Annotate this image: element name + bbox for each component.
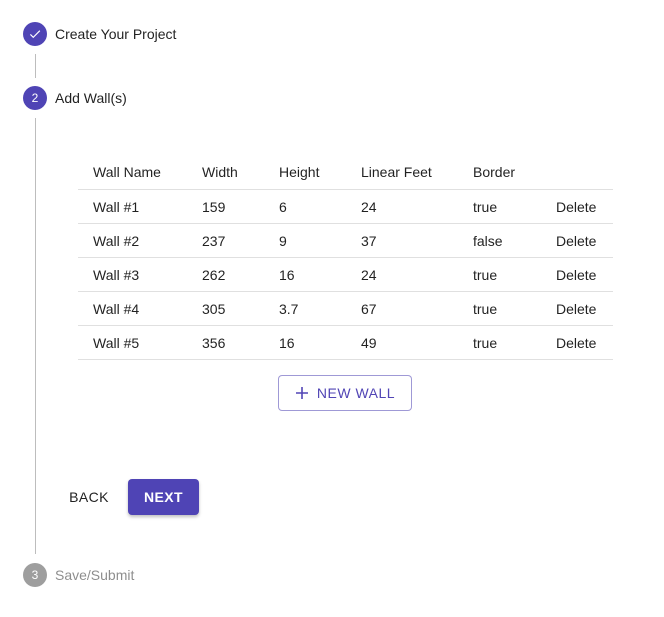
step-1-label: Create Your Project xyxy=(55,26,177,42)
border-cell: true xyxy=(473,291,556,326)
step-2-label: Add Wall(s) xyxy=(55,90,127,106)
wall-name-cell: Wall #1 xyxy=(78,189,202,224)
column-header-width: Width xyxy=(202,154,279,190)
next-button[interactable]: NEXT xyxy=(128,479,199,515)
border-cell: true xyxy=(473,325,556,360)
height-cell: 16 xyxy=(279,257,361,292)
step-3-label: Save/Submit xyxy=(55,567,135,583)
width-cell: 237 xyxy=(202,223,279,258)
border-cell: true xyxy=(473,257,556,292)
table-row: Wall #5 356 16 49 true Delete xyxy=(78,325,613,360)
check-icon xyxy=(29,30,41,39)
column-header-height: Height xyxy=(279,154,361,190)
height-cell: 3.7 xyxy=(279,291,361,326)
table-header-row: Wall Name Width Height Linear Feet Borde… xyxy=(78,154,613,190)
step-3-number-icon: 3 xyxy=(23,563,47,587)
table-row: Wall #4 305 3.7 67 true Delete xyxy=(78,291,613,326)
linear-feet-cell: 24 xyxy=(361,257,473,292)
table-row: Wall #3 262 16 24 true Delete xyxy=(78,257,613,292)
border-cell: false xyxy=(473,223,556,258)
column-header-wall-name: Wall Name xyxy=(78,154,202,190)
wizard-page: Create Your Project 2 Add Wall(s) Wall N… xyxy=(0,0,664,617)
height-cell: 6 xyxy=(279,189,361,224)
column-header-linear-feet: Linear Feet xyxy=(361,154,473,190)
delete-wall-button[interactable]: Delete xyxy=(556,233,596,249)
walls-table: Wall Name Width Height Linear Feet Borde… xyxy=(78,154,613,360)
wall-name-cell: Wall #2 xyxy=(78,223,202,258)
width-cell: 305 xyxy=(202,291,279,326)
step-1-completed-icon xyxy=(23,22,47,46)
step-2-content-line xyxy=(35,118,36,554)
width-cell: 262 xyxy=(202,257,279,292)
linear-feet-cell: 37 xyxy=(361,223,473,258)
step-2-number-icon: 2 xyxy=(23,86,47,110)
linear-feet-cell: 67 xyxy=(361,291,473,326)
back-button[interactable]: BACK xyxy=(60,479,118,515)
width-cell: 356 xyxy=(202,325,279,360)
wall-name-cell: Wall #5 xyxy=(78,325,202,360)
linear-feet-cell: 49 xyxy=(361,325,473,360)
plus-icon xyxy=(295,387,308,399)
delete-wall-button[interactable]: Delete xyxy=(556,335,596,351)
wall-name-cell: Wall #4 xyxy=(78,291,202,326)
column-header-actions xyxy=(556,154,613,190)
table-row: Wall #1 159 6 24 true Delete xyxy=(78,189,613,224)
linear-feet-cell: 24 xyxy=(361,189,473,224)
new-wall-button[interactable]: NEW WALL xyxy=(278,375,412,411)
delete-wall-button[interactable]: Delete xyxy=(556,267,596,283)
height-cell: 9 xyxy=(279,223,361,258)
column-header-border: Border xyxy=(473,154,556,190)
wall-name-cell: Wall #3 xyxy=(78,257,202,292)
width-cell: 159 xyxy=(202,189,279,224)
delete-wall-button[interactable]: Delete xyxy=(556,199,596,215)
border-cell: true xyxy=(473,189,556,224)
height-cell: 16 xyxy=(279,325,361,360)
delete-wall-button[interactable]: Delete xyxy=(556,301,596,317)
new-wall-label: NEW WALL xyxy=(316,385,396,401)
step-connector-1 xyxy=(35,54,36,78)
table-row: Wall #2 237 9 37 false Delete xyxy=(78,223,613,258)
